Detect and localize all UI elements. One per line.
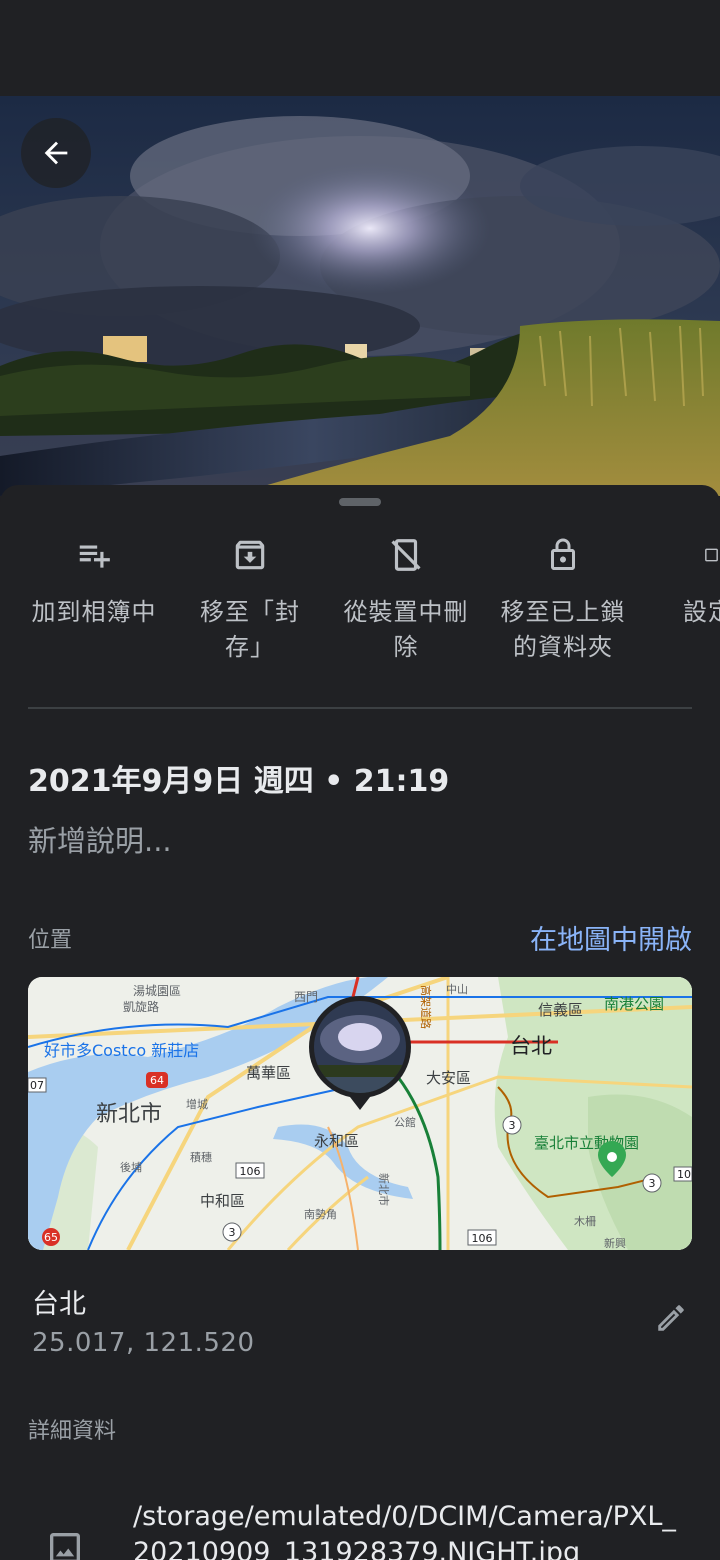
location-header: 位置 xyxy=(28,928,73,953)
route-shield: 64 xyxy=(150,1074,164,1087)
coordinates: 25.017, 121.520 xyxy=(32,1328,255,1358)
file-path: /storage/emulated/0/DCIM/Camera/PXL_2021… xyxy=(133,1501,676,1560)
map-label: 高架道路 xyxy=(419,985,433,1029)
map-label: 積穗 xyxy=(190,1150,212,1164)
playlist-add-icon xyxy=(79,545,110,568)
location-map[interactable]: 湯城園區 凱旋路 西門 中山 高架道路 信義區 南港公園 好市多Costco 新… xyxy=(28,977,692,1250)
action-label: 加到相簿中 xyxy=(31,598,157,626)
back-button[interactable] xyxy=(21,118,91,188)
map-label: 新北市 xyxy=(96,1102,162,1127)
map-label: 新興 xyxy=(604,1236,626,1250)
phone-delete-icon xyxy=(391,539,421,571)
map-label: 中和區 xyxy=(200,1192,245,1210)
map-label: 湯城園區 xyxy=(133,984,181,998)
action-label: 移至「封存」 xyxy=(200,598,300,661)
pencil-icon xyxy=(658,1305,684,1331)
map-label: 信義區 xyxy=(538,1001,583,1019)
map-label: 萬華區 xyxy=(246,1064,291,1082)
move-to-locked-folder-action[interactable]: 移至已上鎖的資料夾 xyxy=(488,525,638,665)
edit-location-button[interactable] xyxy=(650,1297,692,1339)
add-caption-field[interactable]: 新增說明... xyxy=(28,818,172,860)
map-label: 後埔 xyxy=(120,1160,142,1174)
divider xyxy=(28,707,692,709)
route-shield: 10 xyxy=(677,1168,691,1181)
map-label: 南港公園 xyxy=(604,995,664,1013)
map-image: 湯城園區 凱旋路 西門 中山 高架道路 信義區 南港公園 好市多Costco 新… xyxy=(28,977,692,1250)
action-label: 從裝置中刪除 xyxy=(343,598,469,661)
route-shield: 106 xyxy=(240,1165,261,1178)
route-shield: 106 xyxy=(472,1232,493,1245)
map-label: 凱旋路 xyxy=(123,999,159,1014)
route-shield: 3 xyxy=(649,1177,656,1190)
archive-action[interactable]: 移至「封存」 xyxy=(175,525,325,665)
photo-details-screen: 加到相簿中 移至「封存」 從裝置中刪除 移至已上鎖的資料夾 設 2021年9月9… xyxy=(0,0,720,1560)
map-label: 新北市 xyxy=(377,1173,391,1206)
map-label: 好市多Costco 新莊店 xyxy=(44,1041,199,1060)
open-in-map-link[interactable]: 在地圖中開啟 xyxy=(530,918,692,957)
map-label: 西門 xyxy=(294,990,318,1004)
route-shield: 3 xyxy=(509,1119,516,1132)
map-label: 大安區 xyxy=(426,1069,471,1087)
details-header: 詳細資料 xyxy=(28,1419,117,1444)
add-to-album-action[interactable]: 加到相簿中 xyxy=(19,525,169,630)
details-sheet: 加到相簿中 移至「封存」 從裝置中刪除 移至已上鎖的資料夾 設 2021年9月9… xyxy=(0,485,720,1560)
photo-view[interactable] xyxy=(0,96,720,496)
set-as-action[interactable]: 設定 xyxy=(645,525,720,630)
action-label: 移至已上鎖的資料夾 xyxy=(500,598,626,661)
map-label: 木柵 xyxy=(574,1214,596,1228)
archive-icon xyxy=(235,540,265,570)
map-label: 中山 xyxy=(446,983,468,996)
drag-handle[interactable] xyxy=(339,498,381,506)
map-label: 公館 xyxy=(394,1115,416,1129)
edit-image-icon xyxy=(705,548,718,562)
map-label: 永和區 xyxy=(314,1132,359,1150)
route-shield: 65 xyxy=(44,1231,58,1244)
place-name: 台北 xyxy=(32,1289,86,1320)
map-label: 增城 xyxy=(186,1097,208,1111)
arrow-back-icon xyxy=(44,141,68,165)
delete-from-device-action[interactable]: 從裝置中刪除 xyxy=(331,525,481,665)
photo-datetime: 2021年9月9日 週四 • 21:19 xyxy=(28,764,450,799)
action-row: 加到相簿中 移至「封存」 從裝置中刪除 移至已上鎖的資料夾 設 xyxy=(0,525,720,675)
map-label: 南勢角 xyxy=(304,1207,337,1221)
map-label: 台北 xyxy=(510,1034,552,1058)
status-bar xyxy=(0,0,720,96)
route-shield: 3 xyxy=(229,1226,236,1239)
action-label: 設定 xyxy=(683,598,720,626)
route-shield: 07 xyxy=(30,1079,44,1092)
image-file-icon xyxy=(50,1533,80,1560)
night-sky-photo xyxy=(0,96,720,496)
lock-icon xyxy=(551,538,575,570)
